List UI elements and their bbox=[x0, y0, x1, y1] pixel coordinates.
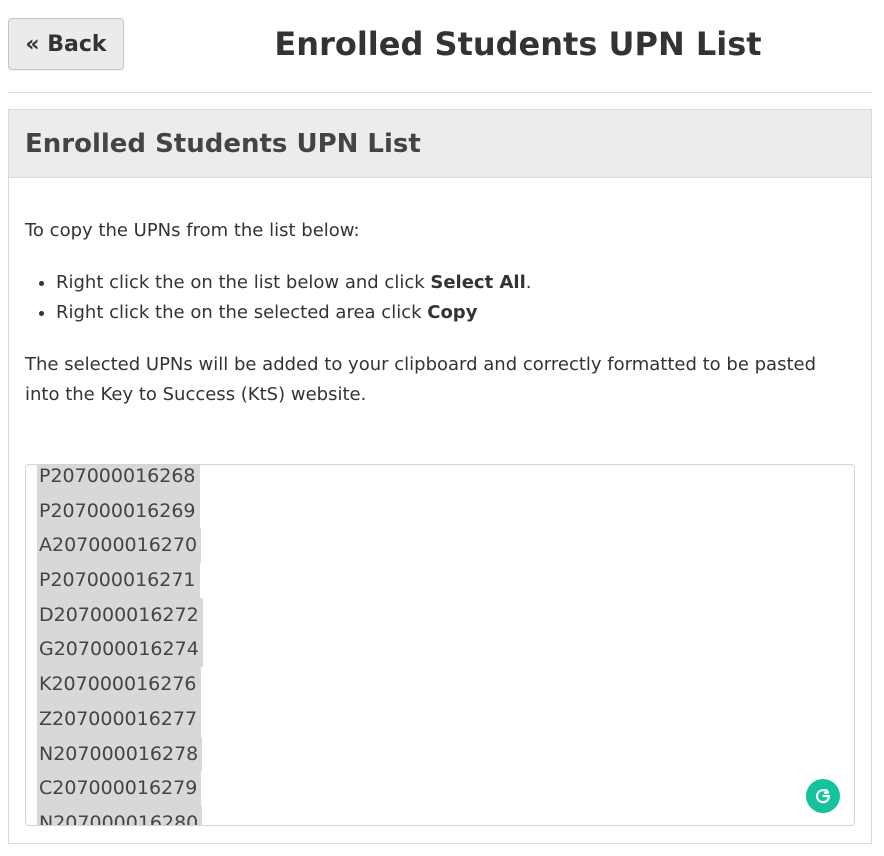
select-all-label: Select All bbox=[430, 272, 526, 293]
upn-value: Z207000016277 bbox=[37, 701, 202, 737]
top-bar: « Back Enrolled Students UPN List bbox=[8, 0, 872, 93]
upn-list-item: P207000016269 bbox=[37, 493, 203, 529]
upn-value: K207000016276 bbox=[37, 667, 201, 702]
upn-list-item: P207000016268 bbox=[37, 465, 203, 494]
upn-list-item: D207000016272 bbox=[37, 597, 203, 633]
upn-textarea[interactable]: P207000016268 P207000016269 A207000016270 P… bbox=[25, 464, 855, 826]
upn-list-item: K207000016276 bbox=[37, 667, 203, 702]
grammarly-g-glyph bbox=[815, 788, 831, 804]
upn-list-item: C207000016279 bbox=[37, 771, 203, 806]
panel-body: To copy the UPNs from the list below: Ri… bbox=[9, 218, 871, 410]
instructions-list: Right click the on the list below and cl… bbox=[25, 268, 855, 328]
grammarly-icon[interactable] bbox=[806, 779, 840, 813]
instruction-step: Right click the on the selected area cli… bbox=[56, 298, 855, 328]
upn-list: P207000016268 P207000016269 A207000016270 P… bbox=[37, 465, 203, 825]
upn-value: N207000016280 bbox=[37, 805, 203, 825]
upn-value: P207000016269 bbox=[37, 493, 200, 529]
upn-panel: Enrolled Students UPN List To copy the U… bbox=[8, 109, 872, 844]
upn-list-item: N207000016278 bbox=[37, 736, 203, 772]
panel-title: Enrolled Students UPN List bbox=[25, 128, 421, 159]
panel-heading: Enrolled Students UPN List bbox=[9, 110, 871, 178]
upn-list-item: G207000016274 bbox=[37, 632, 203, 668]
upn-list-item: P207000016271 bbox=[37, 563, 203, 598]
copy-label: Copy bbox=[427, 302, 478, 323]
upn-value: N207000016278 bbox=[37, 736, 203, 772]
upn-value: D207000016272 bbox=[37, 597, 203, 633]
upn-value: A207000016270 bbox=[37, 528, 202, 564]
page-title: Enrolled Students UPN List bbox=[274, 25, 762, 63]
clipboard-note: The selected UPNs will be added to your … bbox=[25, 354, 817, 405]
instructions-intro: To copy the UPNs from the list below: bbox=[25, 220, 360, 241]
upn-value: G207000016274 bbox=[37, 632, 203, 668]
upn-value: P207000016268 bbox=[37, 465, 200, 494]
upn-list-item: A207000016270 bbox=[37, 528, 203, 564]
upn-list-item: N207000016280 bbox=[37, 805, 203, 825]
instruction-step: Right click the on the list below and cl… bbox=[56, 268, 855, 298]
upn-list-item: Z207000016277 bbox=[37, 701, 203, 737]
upn-value: P207000016271 bbox=[37, 563, 200, 598]
back-button[interactable]: « Back bbox=[8, 18, 124, 70]
upn-value: C207000016279 bbox=[37, 771, 202, 806]
